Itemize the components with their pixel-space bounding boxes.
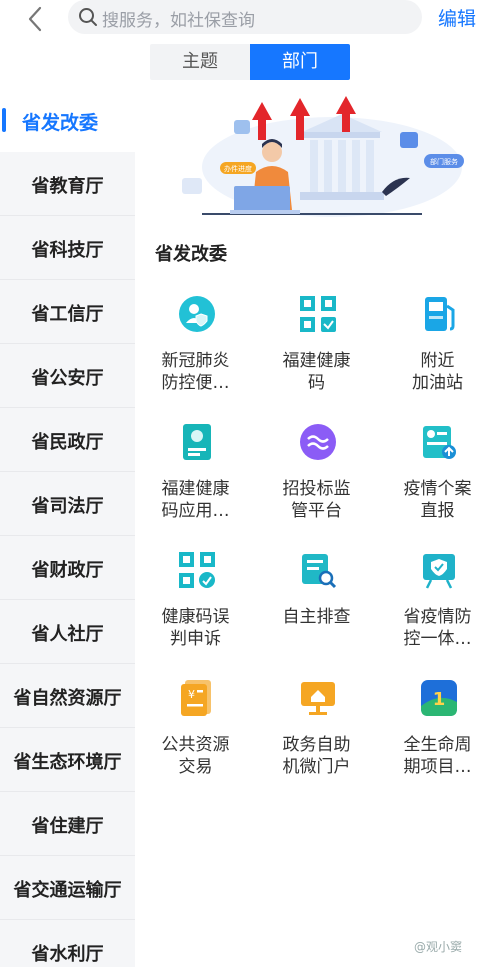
svg-text:1: 1 <box>433 689 446 710</box>
view-switch: 主题 部门 <box>150 44 350 80</box>
service-label: 全生命周 <box>403 735 472 755</box>
service-item[interactable]: 1 全生命周 期项目… <box>377 676 498 804</box>
service-label: 直报 <box>420 501 455 521</box>
qr-code-icon <box>300 296 336 332</box>
tender-platform-icon <box>300 424 336 460</box>
shield-person-icon <box>179 296 215 332</box>
service-item[interactable]: 省疫情防 控一体… <box>377 548 498 676</box>
kiosk-portal-icon <box>301 682 335 715</box>
department-sidebar: 省发改委 省教育厅 省科技厅 省工信厅 省公安厅 省民政厅 省司法厅 省财政厅 … <box>0 88 135 967</box>
self-check-icon <box>302 554 337 589</box>
sidebar-item-ecology[interactable]: 省生态环境厅 <box>0 728 135 792</box>
service-item[interactable]: 自主排查 <box>256 548 377 676</box>
sidebar-item-science[interactable]: 省科技厅 <box>0 216 135 280</box>
sidebar-item-label: 省民政厅 <box>31 432 104 453</box>
active-indicator <box>2 108 6 132</box>
service-item[interactable]: 福建健康码 <box>256 292 377 420</box>
puzzle-icon <box>234 120 250 134</box>
svg-text:¥: ¥ <box>188 688 195 701</box>
service-item[interactable]: 疫情个案 直报 <box>377 420 498 548</box>
section-title: 省发改委 <box>155 244 227 265</box>
briefcase-icon <box>400 132 418 148</box>
service-label: 判申诉 <box>170 629 221 649</box>
sidebar-item-civil-affairs[interactable]: 省民政厅 <box>0 408 135 472</box>
sidebar-item-public-security[interactable]: 省公安厅 <box>0 344 135 408</box>
service-label: 附近 <box>420 351 455 371</box>
sidebar-item-education[interactable]: 省教育厅 <box>0 152 135 216</box>
watermark: @观小窦 <box>414 940 463 954</box>
sidebar-item-label: 省公安厅 <box>31 368 104 389</box>
department-banner: 办件进度 部门服务 <box>182 96 464 217</box>
qr-appeal-icon <box>179 552 215 588</box>
sidebar-item-label: 省司法厅 <box>31 496 104 517</box>
sidebar-item-label: 省科技厅 <box>31 240 104 261</box>
service-label: 招投标监 <box>282 479 351 499</box>
epidemic-board-icon <box>423 554 455 589</box>
sidebar-item-label: 省财政厅 <box>31 560 104 581</box>
back-arrow-icon[interactable] <box>22 4 52 34</box>
document-icon <box>182 178 202 194</box>
service-label: 防控便… <box>161 373 230 393</box>
sidebar-item-label: 省工信厅 <box>31 304 104 325</box>
service-label: 新冠肺炎 <box>161 351 230 371</box>
sidebar-item-label: 省生态环境厅 <box>13 752 122 773</box>
tab-department[interactable]: 部门 <box>250 44 350 80</box>
sidebar-item-fagaiwei[interactable]: 省发改委 <box>0 88 135 152</box>
service-label: 福建健康 <box>161 479 230 499</box>
sidebar-item-water[interactable]: 省水利厅 <box>0 920 135 967</box>
sidebar-item-industry[interactable]: 省工信厅 <box>0 280 135 344</box>
banner-tag-service: 部门服务 <box>430 157 458 166</box>
sidebar-item-label: 省自然资源厅 <box>13 688 122 709</box>
sidebar-item-justice[interactable]: 省司法厅 <box>0 472 135 536</box>
sidebar-item-label: 省发改委 <box>22 112 99 134</box>
service-item[interactable]: 新冠肺炎 防控便… <box>135 292 256 420</box>
service-item[interactable]: ¥ 公共资源 交易 <box>135 676 256 804</box>
service-item[interactable]: 招投标监 管平台 <box>256 420 377 548</box>
service-label: 健康码误 <box>161 607 230 627</box>
search-icon <box>79 8 97 26</box>
service-label: 加油站 <box>412 373 463 393</box>
sidebar-item-label: 省水利厅 <box>31 944 104 965</box>
service-label: 疫情个案 <box>403 479 472 499</box>
sidebar-item-human-resources[interactable]: 省人社厅 <box>0 600 135 664</box>
service-label: 自主排查 <box>282 607 351 627</box>
top-bar: 搜服务，如社保查询 编辑 <box>0 0 500 44</box>
fuel-pump-icon <box>425 297 455 331</box>
service-label: 政务自助 <box>282 735 351 755</box>
service-label: 期项目… <box>403 757 472 777</box>
sidebar-item-label: 省人社厅 <box>31 624 104 645</box>
lifecycle-project-icon: 1 <box>421 680 457 716</box>
sidebar-item-label: 省交通运输厅 <box>13 880 122 901</box>
service-label: 码 <box>308 373 325 393</box>
edit-button[interactable]: 编辑 <box>438 4 476 31</box>
resource-trade-icon: ¥ <box>181 680 211 716</box>
service-label: 公共资源 <box>161 735 230 755</box>
service-label: 机微门户 <box>282 757 351 777</box>
sidebar-item-label: 省住建厅 <box>31 816 104 837</box>
sidebar-item-finance[interactable]: 省财政厅 <box>0 536 135 600</box>
service-item[interactable]: 健康码误 判申诉 <box>135 548 256 676</box>
service-label: 福建健康 <box>282 351 351 371</box>
health-card-icon <box>183 424 211 460</box>
search-placeholder: 搜服务，如社保查询 <box>102 11 255 31</box>
banner-tag-progress: 办件进度 <box>224 164 252 173</box>
service-label: 控一体… <box>403 629 472 649</box>
service-item[interactable]: 福建健康 码应用… <box>135 420 256 548</box>
sidebar-item-label: 省教育厅 <box>31 176 104 197</box>
service-label: 码应用… <box>161 501 230 521</box>
sidebar-item-natural-resources[interactable]: 省自然资源厅 <box>0 664 135 728</box>
service-item[interactable]: 附近 加油站 <box>377 292 498 420</box>
service-item[interactable]: 政务自助 机微门户 <box>256 676 377 804</box>
service-label: 省疫情防 <box>403 607 472 627</box>
case-report-icon <box>423 426 456 459</box>
service-label: 交易 <box>178 757 213 777</box>
sidebar-item-housing[interactable]: 省住建厅 <box>0 792 135 856</box>
sidebar-item-transport[interactable]: 省交通运输厅 <box>0 856 135 920</box>
service-label: 管平台 <box>291 501 342 521</box>
tab-theme[interactable]: 主题 <box>150 44 250 80</box>
search-input[interactable]: 搜服务，如社保查询 <box>68 0 422 34</box>
